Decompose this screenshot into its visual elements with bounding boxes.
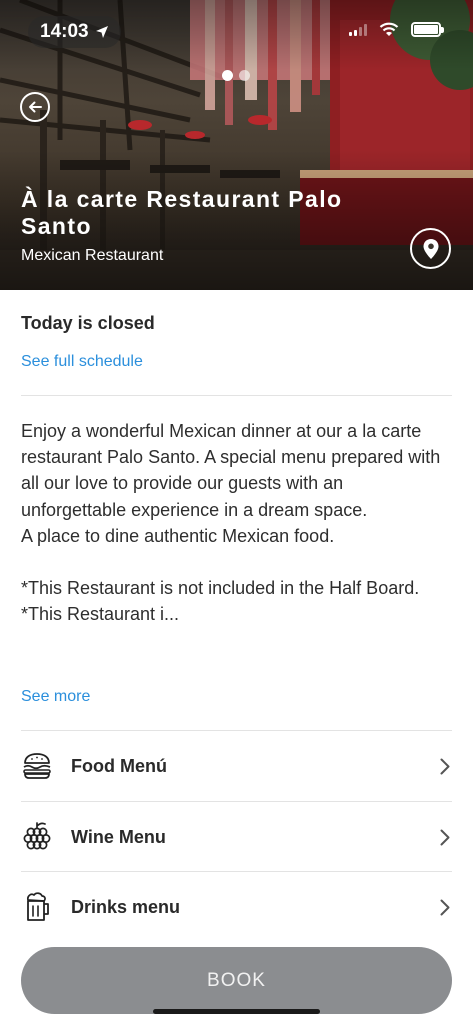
chevron-right-icon xyxy=(438,827,452,847)
drinks-menu-row[interactable]: Drinks menu xyxy=(21,872,452,942)
hero-image[interactable]: 14:03 À la carte Restaurant Palo Santo M… xyxy=(0,0,473,290)
carousel-dot[interactable] xyxy=(222,70,233,81)
wine-menu-row[interactable]: Wine Menu xyxy=(21,802,452,872)
status-time: 14:03 xyxy=(40,21,89,42)
chevron-right-icon xyxy=(438,897,452,917)
restaurant-description: Enjoy a wonderful Mexican dinner at our … xyxy=(21,421,441,625)
drinks-menu-label: Drinks menu xyxy=(71,896,181,917)
battery-icon xyxy=(411,22,444,37)
food-menu-row[interactable]: Food Menú xyxy=(21,731,452,801)
carousel-indicator[interactable] xyxy=(222,70,250,81)
status-bar: 14:03 xyxy=(0,0,473,64)
map-pin-icon xyxy=(423,238,438,259)
location-button[interactable] xyxy=(410,228,451,269)
see-more-link[interactable]: See more xyxy=(21,688,90,706)
food-menu-label: Food Menú xyxy=(71,755,167,776)
grapes-icon xyxy=(21,821,53,853)
home-indicator[interactable] xyxy=(153,1009,320,1014)
beer-mug-icon xyxy=(21,891,53,923)
restaurant-title: À la carte Restaurant Palo Santo xyxy=(21,186,343,239)
see-full-schedule-link[interactable]: See full schedule xyxy=(21,353,143,371)
chevron-right-icon xyxy=(438,756,452,776)
arrow-left-icon xyxy=(29,101,42,113)
book-button[interactable]: BOOK xyxy=(21,947,452,1014)
wifi-icon xyxy=(379,22,399,36)
cellular-signal-icon xyxy=(349,23,367,36)
location-arrow-icon xyxy=(95,26,108,38)
divider xyxy=(21,395,452,396)
carousel-dot[interactable] xyxy=(239,70,250,81)
back-button[interactable] xyxy=(20,92,50,122)
restaurant-category: Mexican Restaurant xyxy=(21,247,164,264)
burger-icon xyxy=(21,750,53,782)
schedule-status: Today is closed xyxy=(21,313,155,333)
wine-menu-label: Wine Menu xyxy=(71,826,166,847)
status-time-pill: 14:03 xyxy=(28,16,121,48)
